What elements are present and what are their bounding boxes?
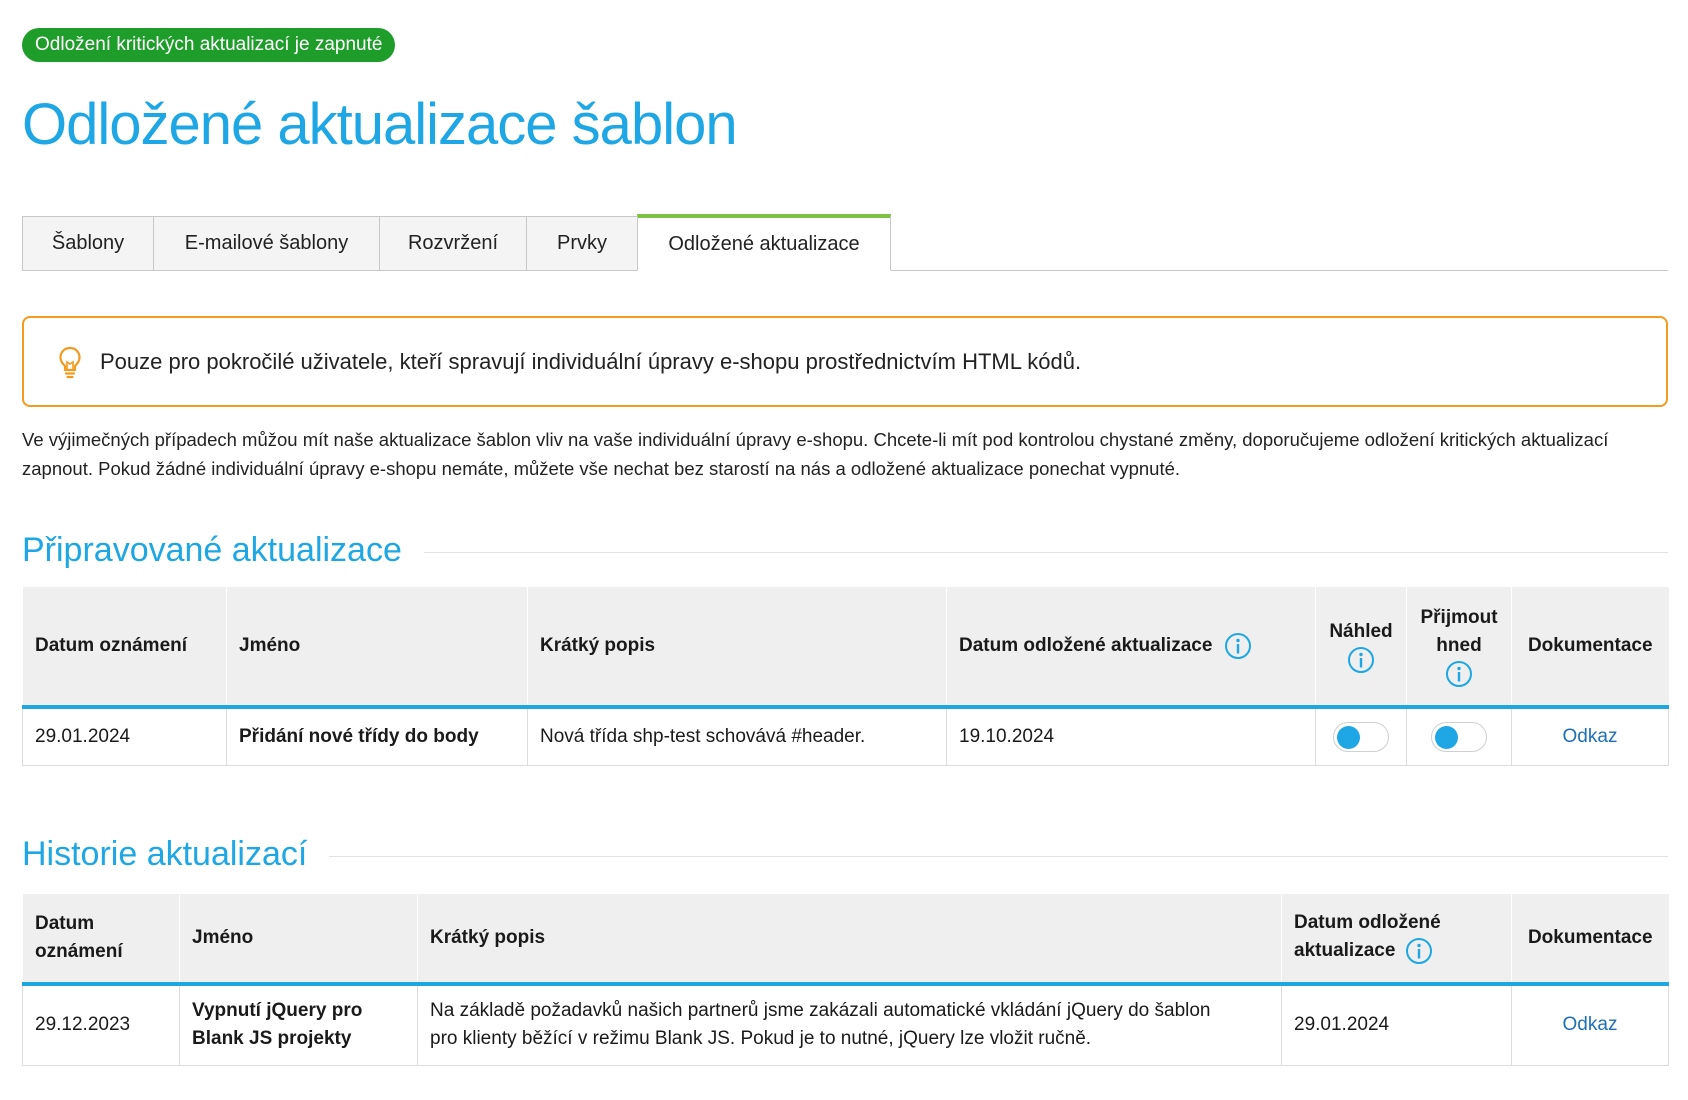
intro-text: Ve výjimečných případech můžou mít naše … [22, 429, 1609, 479]
tab-sablony[interactable]: Šablony [22, 216, 154, 270]
advanced-users-notice: Pouze pro pokročilé uživatele, kteří spr… [22, 316, 1668, 407]
tab-rozvrzeni[interactable]: Rozvržení [379, 216, 527, 270]
col-preview: Náhled [1315, 587, 1407, 709]
tab-emailove-sablony[interactable]: E-mailové šablony [153, 216, 380, 270]
divider [329, 856, 1668, 857]
history-section-heading: Historie aktualizací [22, 832, 1668, 878]
col-deferred-label: Datum odložené aktualizace [959, 635, 1213, 656]
upcoming-title: Připravované aktualizace [22, 530, 402, 569]
cell-desc: Na základě požadavků našich partnerů jsm… [417, 983, 1282, 1066]
info-icon[interactable] [1224, 632, 1252, 660]
docs-link[interactable]: Odkaz [1563, 1014, 1618, 1035]
cell-desc-line-1: Na základě požadavků našich partnerů jsm… [430, 1000, 1211, 1022]
col-name: Jméno [226, 587, 528, 709]
divider [423, 551, 1668, 553]
docs-link[interactable]: Odkaz [1563, 726, 1618, 747]
lightbulb-icon [59, 346, 81, 378]
info-icon[interactable] [1405, 937, 1433, 965]
toggle-knob [1337, 725, 1360, 749]
tab-odlozene-aktualizace[interactable]: Odložené aktualizace [637, 214, 891, 271]
info-icon[interactable] [1347, 646, 1375, 674]
col-accept-label-2: hned [1436, 634, 1482, 656]
tab-bar: Šablony E-mailové šablony Rozvržení Prvk… [22, 214, 1668, 271]
toggle-knob [1435, 725, 1458, 749]
cell-date: 29.01.2024 [22, 707, 227, 766]
col-date: Datum oznámení [22, 893, 180, 986]
col-accept-label-1: Přijmout [1420, 606, 1498, 628]
table-header-row: Datum oznámení Jméno Krátký popis Datum … [22, 893, 1669, 986]
cell-desc: Nová třída shp-test schovává #header. [527, 707, 947, 766]
cell-docs: Odkaz [1511, 983, 1669, 1066]
page-content: Odložení kritických aktualizací je zapnu… [22, 28, 1669, 1066]
col-deferred: Datum odložené aktualizace [1281, 893, 1512, 986]
col-docs: Dokumentace [1511, 587, 1669, 709]
cell-accept-now [1406, 707, 1512, 766]
notice-text: Pouze pro pokročilé uživatele, kteří spr… [100, 348, 1082, 374]
cell-name-line-2: Blank JS projekty [192, 1028, 352, 1050]
cell-name: Vypnutí jQuery pro Blank JS projekty [179, 983, 418, 1066]
upcoming-section-heading: Připravované aktualizace [22, 527, 1668, 573]
table-header-row: Datum oznámení Jméno Krátký popis Datum … [22, 587, 1669, 709]
col-deferred-label-2: aktualizace [1294, 940, 1396, 962]
cell-docs: Odkaz [1511, 707, 1669, 766]
cell-name-line-1: Vypnutí jQuery pro [192, 1000, 363, 1022]
history-title: Historie aktualizací [22, 835, 308, 873]
col-desc: Krátký popis [527, 587, 947, 709]
cell-date: 29.12.2023 [22, 983, 180, 1066]
cell-deferred: 19.10.2024 [946, 707, 1316, 766]
col-docs: Dokumentace [1511, 893, 1669, 986]
cell-name: Přidání nové třídy do body [226, 707, 528, 766]
accept-now-toggle[interactable] [1431, 721, 1487, 752]
upcoming-updates-table: Datum oznámení Jméno Krátký popis Datum … [22, 587, 1669, 766]
tab-prvky[interactable]: Prvky [526, 216, 638, 270]
col-preview-label: Náhled [1329, 620, 1393, 642]
page-title: Odložené aktualizace šablon [22, 92, 738, 157]
col-deferred-label-2-wrap: aktualizace [1294, 937, 1499, 965]
col-desc: Krátký popis [417, 893, 1282, 986]
history-table: Datum oznámení Jméno Krátký popis Datum … [22, 893, 1669, 1066]
col-accept-now: Přijmout hned [1406, 587, 1512, 709]
col-date-label-2: oznámení [35, 940, 123, 962]
info-icon[interactable] [1445, 660, 1473, 688]
col-date: Datum oznámení [22, 587, 227, 709]
table-row: 29.01.2024 Přidání nové třídy do body No… [22, 707, 1669, 766]
col-date-label-1: Datum [35, 912, 95, 934]
table-row: 29.12.2023 Vypnutí jQuery pro Blank JS p… [22, 983, 1669, 1066]
status-badge: Odložení kritických aktualizací je zapnu… [22, 28, 396, 62]
cell-deferred: 29.01.2024 [1281, 983, 1512, 1066]
col-name: Jméno [179, 893, 418, 986]
col-deferred-label-1: Datum odložené [1294, 912, 1441, 934]
col-deferred: Datum odložené aktualizace [946, 587, 1316, 709]
cell-desc-line-2: pro klienty běžící v režimu Blank JS. Po… [430, 1028, 1092, 1050]
cell-preview [1315, 707, 1407, 766]
preview-toggle[interactable] [1333, 721, 1389, 752]
